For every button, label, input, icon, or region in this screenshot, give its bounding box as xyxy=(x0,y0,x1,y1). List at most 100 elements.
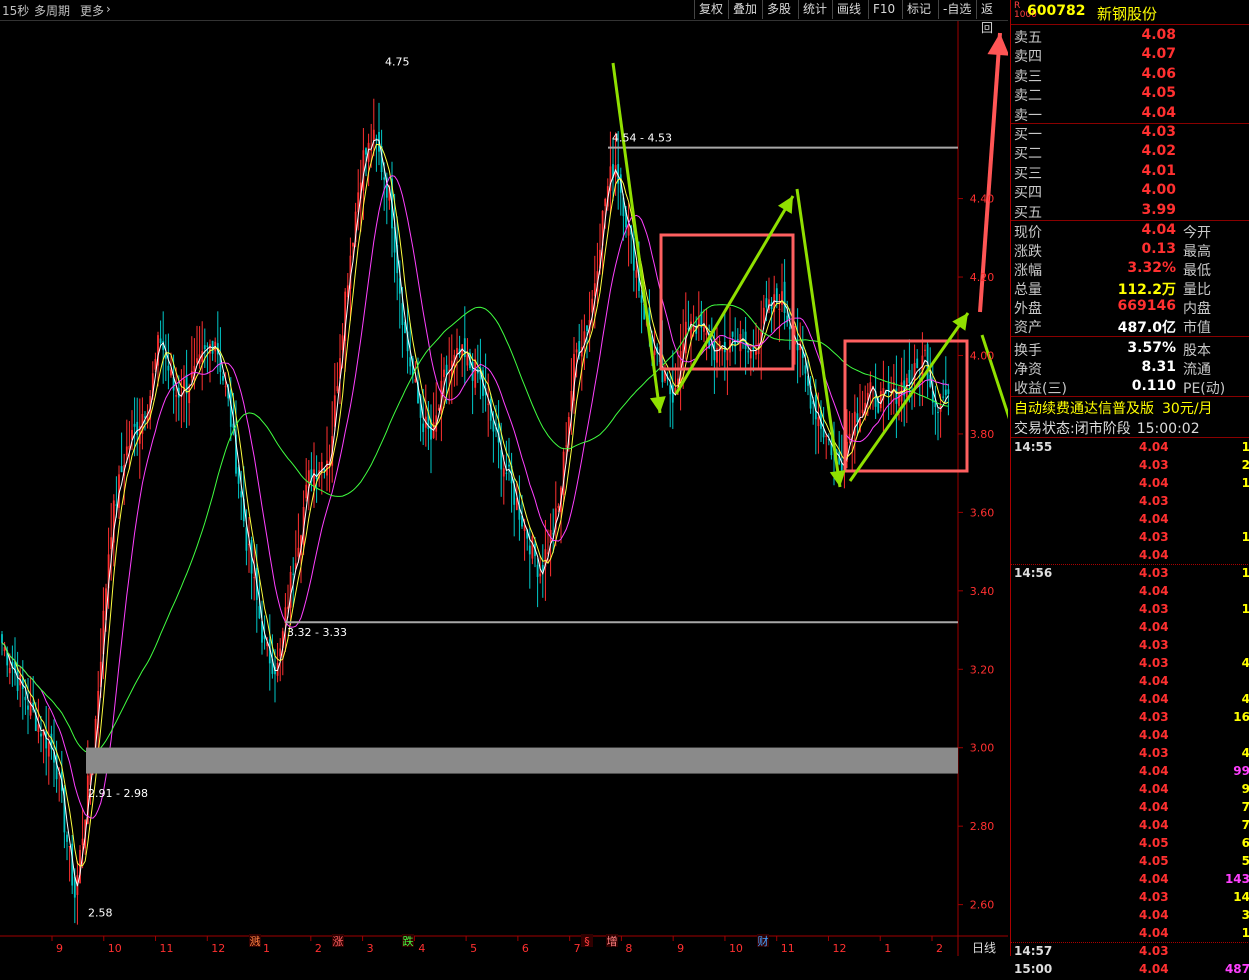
tick-row[interactable]: 4.04 xyxy=(1011,584,1249,602)
more-button[interactable]: 更多 xyxy=(80,2,104,19)
price-tick-label: 2.60 xyxy=(970,899,995,912)
tick-price: 4.03 xyxy=(1139,746,1169,760)
tick-volume: 143 xyxy=(1224,872,1249,886)
quote-label-2: PE(动) xyxy=(1183,381,1226,397)
orderbook-price: 4.03 xyxy=(1141,124,1176,140)
back-button[interactable]: 返回 xyxy=(976,0,1008,35)
tick-row[interactable]: 14:57 4.03 xyxy=(1011,944,1249,962)
candle-body xyxy=(175,395,178,397)
tick-row[interactable]: 4.04 1 xyxy=(1011,476,1249,494)
tick-row[interactable]: 4.04 9 xyxy=(1011,782,1249,800)
promo-banner[interactable]: 自动续费通达信普及版 30元/月 xyxy=(1014,398,1213,418)
candle-body xyxy=(604,199,607,207)
orderbook-price: 4.08 xyxy=(1141,27,1176,43)
orderbook-row[interactable]: 买一 4.03 xyxy=(1011,124,1249,143)
orderbook-row[interactable]: 买二 4.02 xyxy=(1011,143,1249,162)
draw-line-button[interactable]: 画线 xyxy=(832,0,868,19)
candle-body xyxy=(575,349,578,353)
time-tick-label: 6 xyxy=(522,942,529,955)
price-tick-label: 3.00 xyxy=(970,742,995,755)
orderbook-row[interactable]: 卖三 4.06 xyxy=(1011,66,1249,85)
tick-row[interactable]: 4.03 1 xyxy=(1011,530,1249,548)
tick-row[interactable]: 4.04 xyxy=(1011,620,1249,638)
orderbook-row[interactable]: 买四 4.00 xyxy=(1011,182,1249,201)
orderbook-row[interactable]: 买三 4.01 xyxy=(1011,163,1249,182)
time-tick-label: 11 xyxy=(160,942,174,955)
quote-value: 3.57% xyxy=(1127,340,1176,356)
event-marker: 溅 xyxy=(250,934,261,948)
tick-price: 4.04 xyxy=(1139,440,1169,454)
tick-price: 4.04 xyxy=(1139,764,1169,778)
candle-body xyxy=(916,358,919,369)
chevron-right-icon[interactable]: › xyxy=(106,2,111,16)
orderbook-row[interactable]: 卖二 4.05 xyxy=(1011,85,1249,104)
candle-body xyxy=(825,435,828,437)
multi-stock-button[interactable]: 多股 xyxy=(762,0,798,19)
quote-row: 现价 4.04 今开 xyxy=(1011,222,1249,241)
tick-price: 4.04 xyxy=(1139,800,1169,814)
tick-price: 4.04 xyxy=(1139,584,1169,598)
tick-row[interactable]: 4.03 16 xyxy=(1011,710,1249,728)
tick-row[interactable]: 4.04 xyxy=(1011,512,1249,530)
quote-label-2: 股本 xyxy=(1183,343,1211,359)
tick-row[interactable]: 4.04 3 xyxy=(1011,908,1249,926)
tick-row[interactable]: 4.03 14 xyxy=(1011,890,1249,908)
quote-label: 总量 xyxy=(1014,282,1042,298)
candle-body xyxy=(16,668,19,691)
tick-row[interactable]: 4.04 7 xyxy=(1011,818,1249,836)
watchlist-button[interactable]: -自选 xyxy=(938,0,976,19)
tick-row[interactable]: 4.04 xyxy=(1011,728,1249,746)
multi-period-button[interactable]: 多周期 xyxy=(34,2,70,19)
candle-body xyxy=(474,359,477,388)
tick-row[interactable]: 4.04 99 xyxy=(1011,764,1249,782)
tick-volume: 1 xyxy=(1241,566,1249,580)
candle-body xyxy=(840,463,843,471)
time-tick-label: 10 xyxy=(729,942,743,955)
tick-row[interactable]: 14:56 4.03 1 xyxy=(1011,566,1249,584)
tick-row[interactable]: 4.03 1 xyxy=(1011,602,1249,620)
tick-row[interactable]: 4.05 6 xyxy=(1011,836,1249,854)
orderbook-price: 4.07 xyxy=(1141,46,1176,63)
fq-button[interactable]: 复权 xyxy=(694,0,728,19)
tick-row[interactable]: 4.03 2 xyxy=(1011,458,1249,476)
overlay-button[interactable]: 叠加 xyxy=(728,0,762,19)
orderbook-row[interactable]: 卖四 4.07 xyxy=(1011,46,1249,65)
tick-row[interactable]: 4.04 7 xyxy=(1011,800,1249,818)
tick-row[interactable]: 4.03 xyxy=(1011,638,1249,656)
tick-row[interactable]: 14:55 4.04 1 xyxy=(1011,440,1249,458)
tick-row[interactable]: 15:00 4.04 487 xyxy=(1011,962,1249,980)
tick-row[interactable]: 4.04 xyxy=(1011,674,1249,692)
period-selector[interactable]: 15秒 xyxy=(2,2,29,19)
tick-volume: 1 xyxy=(1241,476,1249,490)
tick-price: 4.04 xyxy=(1139,818,1169,832)
candle-body xyxy=(383,177,386,180)
candle-body xyxy=(456,348,458,355)
candle-body xyxy=(279,648,282,657)
up-arrow-red-head xyxy=(987,33,1008,56)
stats-button[interactable]: 统计 xyxy=(798,0,832,19)
tick-price: 4.03 xyxy=(1139,638,1169,652)
orderbook-row[interactable]: 卖五 4.08 xyxy=(1011,27,1249,46)
quote-value: 112.2万 xyxy=(1117,282,1176,298)
candle-body xyxy=(536,564,539,577)
orderbook-row[interactable]: 卖一 4.04 xyxy=(1011,105,1249,124)
tick-row[interactable]: 4.03 4 xyxy=(1011,746,1249,764)
tick-row[interactable]: 4.03 xyxy=(1011,494,1249,512)
tick-time: 14:55 xyxy=(1014,440,1053,454)
stock-code: 600782 xyxy=(1027,3,1086,19)
tick-volume: 5 xyxy=(1241,854,1249,868)
tick-row[interactable]: 4.04 143 xyxy=(1011,872,1249,890)
orderbook-row[interactable]: 买五 3.99 xyxy=(1011,202,1249,221)
candle-body xyxy=(196,358,198,363)
f10-button[interactable]: F10 xyxy=(868,0,902,19)
kline-chart[interactable]: 4.40 4.20 4.00 3.80 3.60 3.40 3.20 3.00 2.80 2.60… xyxy=(0,21,1008,956)
candle-body xyxy=(136,421,139,435)
mark-button[interactable]: 标记 xyxy=(902,0,938,19)
tick-price: 4.05 xyxy=(1139,854,1169,868)
tick-row[interactable]: 4.03 4 xyxy=(1011,656,1249,674)
quote-value: 8.31 xyxy=(1141,359,1176,375)
candle-body xyxy=(466,354,469,366)
quote-value: 4.04 xyxy=(1141,222,1176,238)
tick-row[interactable]: 4.04 4 xyxy=(1011,692,1249,710)
tick-row[interactable]: 4.05 5 xyxy=(1011,854,1249,872)
